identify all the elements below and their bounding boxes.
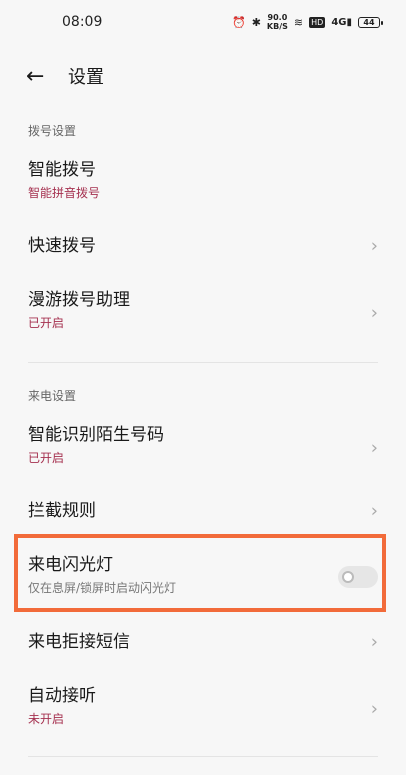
item-sub: 已开启 (28, 451, 65, 465)
status-icons: ⏰ ✱ 90.0 KB/S ≋ HD 4G▮ 44 (232, 13, 383, 31)
chevron-right-icon: › (370, 631, 378, 653)
item-title: 漫游拨号助理 (28, 290, 130, 310)
chevron-right-icon: › (370, 302, 378, 324)
hd-badge: HD (309, 16, 326, 28)
section-title-call: 来电设置 (28, 389, 77, 403)
page-title: 设置 (68, 67, 104, 88)
item-title: 智能拨号 (28, 160, 96, 180)
highlight-box (14, 534, 386, 612)
battery-icon: 44 (358, 16, 383, 28)
chevron-right-icon: › (370, 235, 378, 257)
bottom-divider (28, 756, 378, 757)
back-arrow-icon[interactable]: ← (26, 64, 50, 89)
item-title: 自动接听 (28, 686, 96, 706)
bluetooth-icon: ✱ (251, 15, 261, 29)
smart-identify-item[interactable]: 智能识别陌生号码 已开启 › (0, 423, 406, 473)
auto-answer-item[interactable]: 自动接听 未开启 › (0, 684, 406, 734)
battery-level: 44 (363, 17, 375, 27)
alarm-icon: ⏰ (232, 15, 246, 29)
item-title: 拦截规则 (28, 501, 96, 521)
item-sub: 智能拼音拨号 (28, 186, 101, 200)
net-speed-value: 90.0 (267, 13, 288, 22)
chevron-right-icon: › (370, 437, 378, 459)
net-speed: 90.0 KB/S (267, 13, 288, 31)
block-rules-item[interactable]: 拦截规则 › (0, 495, 406, 527)
signal-icon: 4G▮ (331, 16, 352, 28)
chevron-right-icon: › (370, 500, 378, 522)
net-speed-unit: KB/S (266, 22, 288, 31)
item-title: 来电拒接短信 (28, 632, 130, 652)
signal-label: 4G (331, 16, 347, 28)
roaming-dial-item[interactable]: 漫游拨号助理 已开启 › (0, 288, 406, 338)
item-title: 快速拨号 (28, 236, 96, 256)
section-divider (28, 362, 378, 363)
item-title: 智能识别陌生号码 (28, 425, 164, 445)
header: ← 设置 (0, 58, 406, 94)
status-bar: 08:09 ⏰ ✱ 90.0 KB/S ≋ HD 4G▮ 44 (0, 0, 406, 44)
wifi-icon: ≋ (293, 15, 304, 29)
item-sub: 未开启 (28, 712, 65, 726)
status-time: 08:09 (62, 14, 103, 30)
smart-dial-item[interactable]: 智能拨号 智能拼音拨号 (0, 158, 406, 208)
quick-dial-item[interactable]: 快速拨号 › (0, 230, 406, 262)
reject-sms-item[interactable]: 来电拒接短信 › (0, 626, 406, 658)
section-title-dial: 拨号设置 (28, 124, 77, 138)
chevron-right-icon: › (370, 698, 378, 720)
item-sub: 已开启 (28, 316, 65, 330)
